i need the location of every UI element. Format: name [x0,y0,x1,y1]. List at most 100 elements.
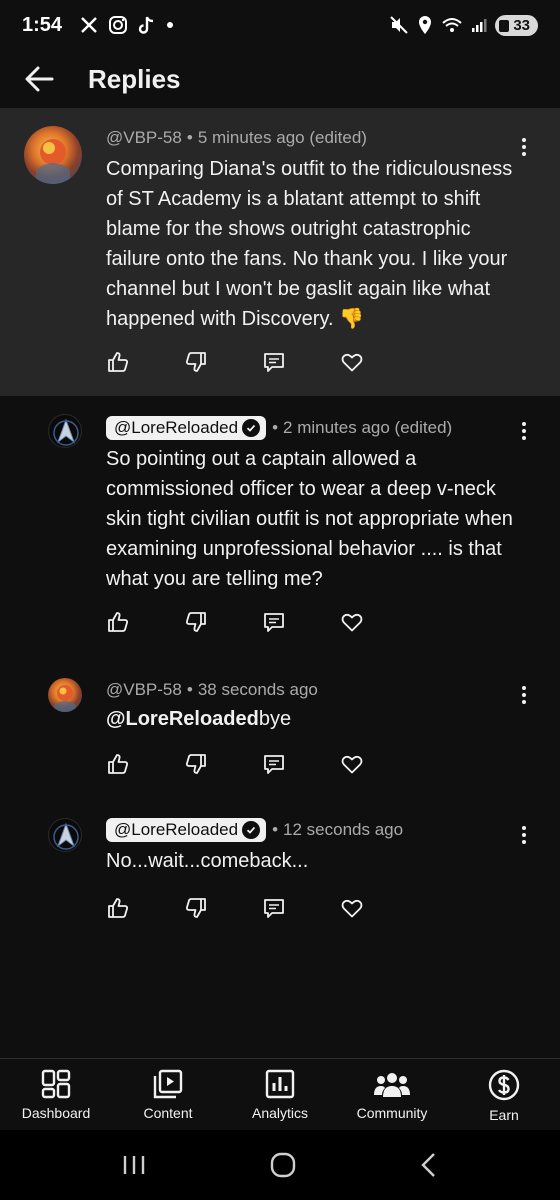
thumbs-up-icon [108,898,129,918]
meta-separator: • [186,680,193,699]
dislike-button[interactable] [184,890,262,926]
reply-comment-icon [264,755,284,774]
meta-separator: • [272,820,279,839]
location-icon [417,15,433,35]
battery-indicator: 33 [495,14,538,36]
thumbs-up-icon [108,352,129,372]
reply-button[interactable] [262,344,340,380]
heart-button[interactable] [340,344,418,380]
avatar[interactable] [48,818,82,852]
nav-label: Analytics [251,1105,309,1121]
community-icon [374,1073,410,1097]
comment-text: Comparing Diana's outfit to the ridiculo… [106,158,513,330]
avatar[interactable] [24,126,82,184]
nav-dashboard[interactable]: Dashboard [0,1059,112,1130]
more-options-icon[interactable] [514,680,534,710]
comment-actions [106,344,418,380]
reply-comment-icon [264,613,284,632]
thumbs-down-icon [185,754,206,774]
reply-button[interactable] [262,604,340,640]
nav-label: Earn [489,1107,519,1123]
nav-label: Dashboard [21,1105,91,1121]
like-button[interactable] [106,344,184,380]
avatar[interactable] [48,678,82,712]
status-time: 1:54 [22,13,63,36]
reply-comment-icon [264,353,284,372]
comment-text: So pointing out a captain allowed a comm… [106,448,513,590]
like-button[interactable] [106,746,184,782]
thumbs-down-icon [185,898,206,918]
back-arrow-icon[interactable] [24,66,54,92]
comment-item: @LoreReloaded • 12 seconds ago No...wait… [0,802,560,932]
more-options-icon[interactable] [514,820,534,850]
nav-earn[interactable]: Earn [448,1059,560,1130]
like-button[interactable] [106,604,184,640]
nav-content[interactable]: Content [112,1059,224,1130]
thumbs-down-icon [185,352,206,372]
comment-author[interactable]: @VBP-58 [106,128,182,148]
recent-apps-icon[interactable] [120,1153,148,1177]
comment-time: 12 seconds ago [283,820,404,839]
comment-author: @LoreReloaded [114,820,239,839]
home-icon[interactable] [269,1151,297,1179]
comment-meta: @LoreReloaded • 12 seconds ago [106,818,403,842]
comment-time: 5 minutes ago (edited) [197,128,367,147]
comment-actions [106,604,418,640]
nav-community[interactable]: Community [336,1059,448,1130]
nav-analytics[interactable]: Analytics [224,1059,336,1130]
creator-handle-chip[interactable]: @LoreReloaded [106,818,267,842]
more-options-icon[interactable] [514,416,534,446]
reply-button[interactable] [262,890,340,926]
verified-check-icon [242,419,261,437]
heart-button[interactable] [340,746,418,782]
comment-item: @LoreReloaded • 2 minutes ago (edited) S… [0,396,560,656]
comment-author: @LoreReloaded [114,418,239,437]
comment-meta: @LoreReloaded • 2 minutes ago (edited) [106,416,452,440]
x-app-icon [80,16,98,34]
earn-icon [488,1069,520,1101]
heart-icon [341,755,363,774]
like-button[interactable] [106,890,184,926]
comment-author[interactable]: @VBP-58 [106,680,182,700]
nav-label: Community [356,1105,428,1121]
dislike-button[interactable] [184,746,262,782]
creator-handle-chip[interactable]: @LoreReloaded [106,416,267,440]
notification-dot-icon [166,21,174,29]
comment-time: 2 minutes ago (edited) [283,418,453,437]
reply-button[interactable] [262,746,340,782]
comment-item: @VBP-58 • 38 seconds ago @LoreReloadedby… [0,660,560,790]
reply-text: bye [258,708,292,730]
dislike-button[interactable] [184,344,262,380]
thumbs-up-icon [108,754,129,774]
dashboard-icon [41,1069,71,1099]
heart-button[interactable] [340,604,418,640]
instagram-icon [108,15,128,35]
mention-link[interactable]: @LoreReloaded [106,708,259,730]
comment-text: @LoreReloadedbye [106,704,516,734]
page-title: Replies [88,63,181,94]
system-navigation-bar [0,1130,560,1200]
nav-label: Content [143,1105,193,1121]
comment-actions [106,746,418,782]
comment-meta: @VBP-58 • 5 minutes ago (edited) [106,128,367,148]
tiktok-icon [138,15,156,35]
meta-separator: • [186,128,193,147]
comment-meta: @VBP-58 • 38 seconds ago [106,680,318,700]
meta-separator: • [272,418,279,437]
verified-check-icon [242,821,261,839]
bottom-navigation: Dashboard Content Analytics Community Ea… [0,1058,560,1130]
back-icon[interactable] [418,1151,440,1179]
mute-icon [389,15,409,35]
comment-time: 38 seconds ago [197,680,318,699]
heart-button[interactable] [340,890,418,926]
dislike-button[interactable] [184,604,262,640]
avatar[interactable] [48,414,82,448]
comment-actions [106,890,418,926]
comment-item: @VBP-58 • 5 minutes ago (edited) Compari… [0,108,560,396]
thumbs-down-icon [185,612,206,632]
wifi-icon [441,16,463,34]
app-header: Replies [0,50,560,108]
status-bar: 1:54 33 [0,0,560,50]
more-options-icon[interactable] [514,132,534,162]
heart-icon [341,613,363,632]
